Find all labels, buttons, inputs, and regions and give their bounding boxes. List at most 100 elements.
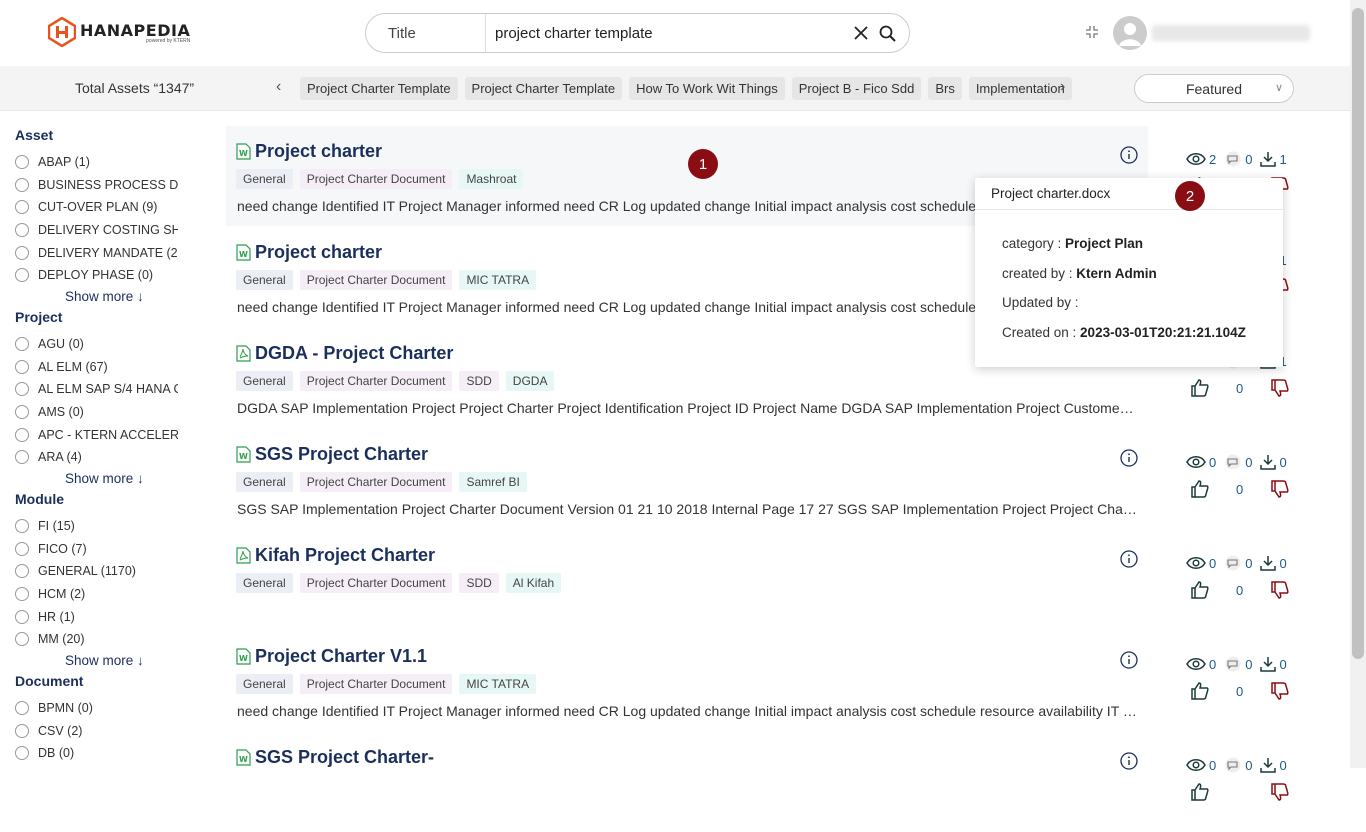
radio-button[interactable] <box>15 337 29 351</box>
scrollbar-thumb[interactable] <box>1352 8 1364 659</box>
radio-button[interactable] <box>15 610 29 624</box>
thumbs-down-icon[interactable] <box>1270 378 1290 398</box>
radio-button[interactable] <box>15 587 29 601</box>
facet-option[interactable]: DELIVERY COSTING SHEI (1) <box>15 221 178 239</box>
radio-button[interactable] <box>15 746 29 760</box>
result-title-link[interactable]: Kifah Project Charter <box>236 545 435 566</box>
search-icon[interactable] <box>877 23 897 43</box>
recent-search-chip[interactable]: Project B - Fico Sdd <box>791 77 922 100</box>
thumbs-up-icon[interactable] <box>1190 580 1210 600</box>
download-icon[interactable] <box>1260 454 1277 470</box>
thumbs-down-icon[interactable] <box>1270 782 1290 802</box>
facet-option[interactable]: MM (20) <box>15 630 85 648</box>
info-icon[interactable] <box>1120 752 1138 770</box>
page-scrollbar[interactable] <box>1350 0 1366 768</box>
result-title-link[interactable]: W Project charter <box>236 141 382 162</box>
radio-button[interactable] <box>15 519 29 533</box>
radio-button[interactable] <box>15 450 29 464</box>
result-title[interactable]: Kifah Project Charter <box>255 545 435 566</box>
user-avatar[interactable] <box>1113 16 1147 50</box>
recent-search-chip[interactable]: Implementation <box>968 77 1072 100</box>
recent-search-chip[interactable]: Project Charter Template <box>464 77 623 100</box>
search-category-select[interactable]: Title <box>366 14 486 52</box>
info-icon[interactable] <box>1120 449 1138 467</box>
recent-search-chip[interactable]: How To Work Wit Things <box>629 77 785 100</box>
radio-button[interactable] <box>15 632 29 646</box>
radio-button[interactable] <box>15 428 29 442</box>
facet-option[interactable]: FICO (7) <box>15 540 87 558</box>
download-icon[interactable] <box>1260 151 1277 167</box>
facet-option[interactable]: HCM (2) <box>15 585 85 603</box>
result-title[interactable]: DGDA - Project Charter <box>255 343 453 364</box>
radio-button[interactable] <box>15 268 29 282</box>
facet-option[interactable]: HR (1) <box>15 608 75 626</box>
radio-button[interactable] <box>15 223 29 237</box>
radio-button[interactable] <box>15 360 29 374</box>
facet-option[interactable]: CSV (2) <box>15 722 82 740</box>
thumbs-up-icon[interactable] <box>1190 782 1210 802</box>
result-title[interactable]: Project charter <box>255 242 382 263</box>
comment-icon[interactable] <box>1224 555 1242 571</box>
show-more-asset-link[interactable]: Show more ↓ <box>65 289 144 304</box>
facet-option[interactable]: GENERAL (1170) <box>15 562 136 580</box>
thumbs-down-icon[interactable] <box>1270 681 1290 701</box>
facet-option[interactable]: FI (15) <box>15 517 75 535</box>
result-title[interactable]: Project Charter V1.1 <box>255 646 427 667</box>
thumbs-down-icon[interactable] <box>1270 479 1290 499</box>
search-result-item[interactable]: W SGS Project Charter- <box>226 732 1148 832</box>
search-result-item[interactable]: W SGS Project Charter General Project Chart… <box>226 429 1148 529</box>
show-more-project-link[interactable]: Show more ↓ <box>65 471 144 486</box>
comment-icon[interactable] <box>1224 454 1242 470</box>
recent-search-chip[interactable]: Brs <box>928 77 962 100</box>
show-more-module-link[interactable]: Show more ↓ <box>65 653 144 668</box>
facet-option[interactable]: ARA (4) <box>15 448 82 466</box>
radio-button[interactable] <box>15 701 29 715</box>
facet-option[interactable]: AMS (0) <box>15 403 84 421</box>
comment-icon[interactable] <box>1224 757 1242 773</box>
info-icon[interactable] <box>1120 651 1138 669</box>
result-title[interactable]: SGS Project Charter <box>255 444 428 465</box>
comment-icon[interactable] <box>1224 151 1242 167</box>
search-result-item[interactable]: W Project Charter V1.1 General Project Char… <box>226 631 1148 731</box>
result-title[interactable]: SGS Project Charter- <box>255 747 434 768</box>
facet-option[interactable]: APC - KTERN ACCELERA (0) <box>15 426 178 444</box>
result-title-link[interactable]: W Project Charter V1.1 <box>236 646 427 667</box>
facet-option[interactable]: DEPLOY PHASE (0) <box>15 266 153 284</box>
download-icon[interactable] <box>1260 656 1277 672</box>
radio-button[interactable] <box>15 178 29 192</box>
thumbs-down-icon[interactable] <box>1270 580 1290 600</box>
radio-button[interactable] <box>15 382 29 396</box>
result-title[interactable]: Project charter <box>255 141 382 162</box>
chevron-left-icon[interactable]: ‹ <box>276 78 281 96</box>
comment-icon[interactable] <box>1224 656 1242 672</box>
radio-button[interactable] <box>15 246 29 260</box>
radio-button[interactable] <box>15 724 29 738</box>
thumbs-up-icon[interactable] <box>1190 479 1210 499</box>
info-icon[interactable] <box>1120 550 1138 568</box>
facet-option[interactable]: DELIVERY MANDATE (2) <box>15 244 178 262</box>
info-icon[interactable] <box>1120 146 1138 164</box>
clear-search-icon[interactable] <box>851 23 871 43</box>
sort-dropdown[interactable]: Featured ∨ <box>1134 74 1294 103</box>
facet-option[interactable]: DB (0) <box>15 744 74 762</box>
chevron-right-icon[interactable]: › <box>1060 78 1065 96</box>
recent-search-chip[interactable]: Project Charter Template <box>300 77 458 100</box>
radio-button[interactable] <box>15 200 29 214</box>
result-title-link[interactable]: W SGS Project Charter <box>236 444 428 465</box>
radio-button[interactable] <box>15 155 29 169</box>
result-title-link[interactable]: W Project charter <box>236 242 382 263</box>
facet-option[interactable]: AL ELM SAP S/4 HANA C (0) <box>15 380 178 398</box>
facet-option[interactable]: BUSINESS PROCESS DES (5) <box>15 176 178 194</box>
search-input[interactable] <box>486 24 851 42</box>
facet-option[interactable]: AL ELM (67) <box>15 358 108 376</box>
radio-button[interactable] <box>15 405 29 419</box>
result-title-link[interactable]: W SGS Project Charter- <box>236 747 434 768</box>
facet-option[interactable]: BPMN (0) <box>15 699 93 717</box>
hanapedia-logo[interactable]: HANAPEDIA powered by KTERN <box>48 17 190 47</box>
radio-button[interactable] <box>15 564 29 578</box>
thumbs-up-icon[interactable] <box>1190 378 1210 398</box>
radio-button[interactable] <box>15 542 29 556</box>
facet-option[interactable]: ABAP (1) <box>15 153 90 171</box>
facet-option[interactable]: CUT-OVER PLAN (9) <box>15 198 157 216</box>
search-result-item[interactable]: Kifah Project Charter General Project Char… <box>226 530 1148 630</box>
